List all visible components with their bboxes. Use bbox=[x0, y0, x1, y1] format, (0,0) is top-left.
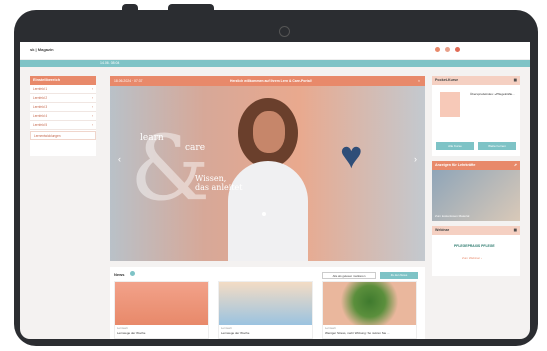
chevron-right-icon: › bbox=[91, 123, 93, 127]
tablet-button bbox=[168, 4, 214, 13]
sidebar-title: Einstellbereich bbox=[30, 76, 96, 85]
continue-button[interactable]: Weiter lernen bbox=[478, 142, 516, 150]
widget-title: Webinar bbox=[435, 228, 450, 232]
chevron-right-icon: › bbox=[91, 105, 93, 109]
chevron-right-icon: › bbox=[91, 114, 93, 118]
news-card-image bbox=[115, 282, 208, 325]
app-logo[interactable]: sk | Magazin bbox=[30, 47, 54, 52]
hero-slogan: Wissen, das anleitet bbox=[195, 174, 242, 192]
pocket-widget: Pocket-Kurse ▦ Übersprudelndes: »Pflegekr… bbox=[432, 76, 520, 156]
mark-read-button[interactable]: Alle als gelesen markieren bbox=[322, 272, 376, 279]
sidebar-item-5[interactable]: Lernfeld 5 › bbox=[30, 121, 96, 130]
chevron-right-icon: › bbox=[91, 96, 93, 100]
grid-icon[interactable]: ▦ bbox=[514, 78, 517, 83]
sidebar-label: Lernfeld 1 bbox=[33, 87, 48, 91]
bell-icon[interactable] bbox=[435, 47, 440, 52]
to-news-button[interactable]: Zu den News bbox=[380, 272, 418, 279]
news-card-title: Lernwege der Woche bbox=[221, 331, 250, 335]
news-title: News bbox=[114, 272, 125, 277]
article-widget: Anzeigen für Lehrkräfte ⇗ Zum kostenlosen… bbox=[432, 161, 520, 221]
nav-bar: 14.06. 08:04 bbox=[20, 60, 530, 67]
widget-title: Pocket-Kurse bbox=[435, 78, 459, 82]
close-icon[interactable]: × bbox=[418, 79, 420, 83]
chevron-right-icon: › bbox=[91, 87, 93, 91]
news-card-title: Lernwege der Woche bbox=[117, 331, 146, 335]
pocket-buttons: Alle Kurse Weiter lernen bbox=[434, 134, 518, 152]
news-card-image bbox=[323, 282, 416, 325]
widget-header: Webinar ▦ bbox=[432, 226, 520, 235]
heart-graphic: ♥ bbox=[340, 135, 363, 177]
carousel-dot[interactable] bbox=[262, 212, 266, 216]
user-icon[interactable] bbox=[455, 47, 460, 52]
sidebar-item-4[interactable]: Lernfeld 4 › bbox=[30, 112, 96, 121]
tablet-button bbox=[122, 4, 138, 13]
webinar-brand: PFLEGEPRAXIS PFLEGE bbox=[454, 244, 495, 248]
sidebar-item-3[interactable]: Lernfeld 3 › bbox=[30, 103, 96, 112]
course-illustration bbox=[440, 92, 460, 117]
grid-icon[interactable]: ▦ bbox=[514, 228, 517, 233]
sidebar-extra[interactable]: Lernentwicklungen bbox=[30, 131, 96, 140]
mail-icon[interactable] bbox=[445, 47, 450, 52]
carousel-prev-icon[interactable]: ‹ bbox=[118, 154, 121, 164]
widget-header: Anzeigen für Lehrkräfte ⇗ bbox=[432, 161, 520, 170]
sidebar: Einstellbereich Lernfeld 1 › Lernfeld 2 › … bbox=[30, 76, 96, 156]
info-icon[interactable] bbox=[130, 271, 135, 276]
article-caption[interactable]: Zum kostenlosen Material bbox=[435, 214, 469, 218]
nav-date: 14.06. 08:04 bbox=[100, 61, 120, 65]
welcome-message: Herzlich willkommen auf Ihrem Lern & Car… bbox=[230, 79, 312, 83]
all-courses-button[interactable]: Alle Kurse bbox=[436, 142, 474, 150]
hero-section: 18.06.2024 · 07:37 Herzlich willkommen a… bbox=[110, 76, 425, 261]
sidebar-label: Lernfeld 2 bbox=[33, 96, 48, 100]
slogan-line-1: Wissen, bbox=[195, 174, 227, 183]
sidebar-label: Lernfeld 4 bbox=[33, 114, 48, 118]
welcome-date: 18.06.2024 · 07:37 bbox=[114, 79, 143, 83]
webinar-link[interactable]: Zum Webinar › bbox=[462, 256, 482, 260]
webinar-widget: Webinar ▦ PFLEGEPRAXIS PFLEGE Zum Webinar… bbox=[432, 226, 520, 276]
widget-title: Anzeigen für Lehrkräfte bbox=[435, 163, 476, 167]
sidebar-label: Lernfeld 3 bbox=[33, 105, 48, 109]
course-title: Übersprudelndes: »Pflegekräfte... bbox=[470, 92, 515, 96]
sidebar-item-2[interactable]: Lernfeld 2 › bbox=[30, 94, 96, 103]
ampersand-graphic: & bbox=[130, 116, 211, 221]
hero-banner[interactable]: ♥ & learn care Wissen, das anleitet ‹ › bbox=[110, 86, 425, 261]
link-icon[interactable]: ⇗ bbox=[514, 163, 517, 168]
news-card[interactable]: Lernwelt Weniger Stress, mehr Wirkung: S… bbox=[322, 281, 417, 339]
news-card-image bbox=[219, 282, 312, 325]
top-bar: sk | Magazin bbox=[20, 42, 530, 60]
news-section: News Alle als gelesen markieren Zu den N… bbox=[110, 267, 425, 339]
sidebar-item-1[interactable]: Lernfeld 1 › bbox=[30, 85, 96, 94]
welcome-bar: 18.06.2024 · 07:37 Herzlich willkommen a… bbox=[110, 76, 425, 86]
news-card-title: Weniger Stress, mehr Wirkung: So nutzen … bbox=[325, 331, 390, 335]
slogan-line-2: das anleitet bbox=[195, 183, 243, 192]
sidebar-label: Lernfeld 5 bbox=[33, 123, 48, 127]
camera bbox=[279, 26, 290, 37]
right-column: Pocket-Kurse ▦ Übersprudelndes: »Pflegekr… bbox=[432, 76, 520, 281]
hero-word-care: care bbox=[185, 143, 206, 153]
news-card[interactable]: Lernwelt Lernwege der Woche bbox=[114, 281, 209, 339]
screen: sk | Magazin 14.06. 08:04 Einstellbereic… bbox=[20, 42, 530, 339]
hero-face bbox=[253, 111, 285, 153]
top-icons bbox=[435, 47, 460, 52]
widget-header: Pocket-Kurse ▦ bbox=[432, 76, 520, 85]
news-card[interactable]: Lernwelt Lernwege der Woche bbox=[218, 281, 313, 339]
carousel-next-icon[interactable]: › bbox=[414, 154, 417, 164]
hero-word-learn: learn bbox=[140, 133, 164, 143]
